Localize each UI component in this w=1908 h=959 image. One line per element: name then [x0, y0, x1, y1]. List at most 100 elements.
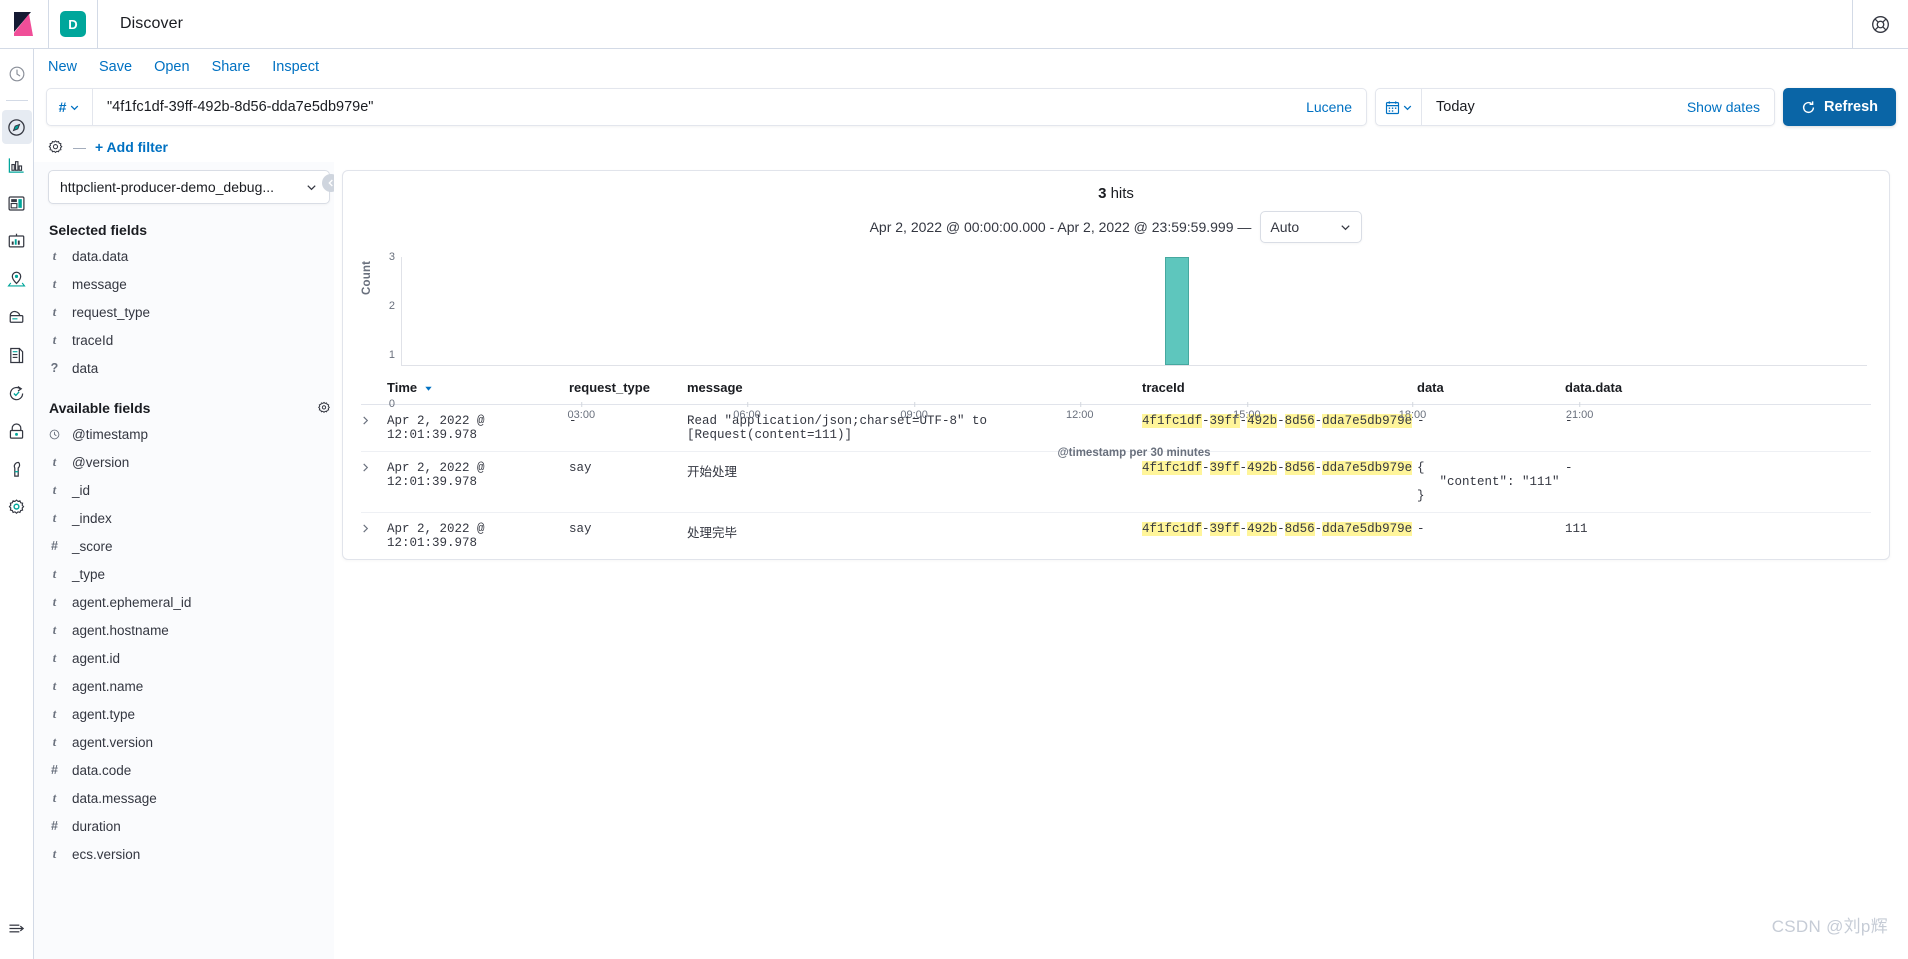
list-item[interactable]: t agent.type	[48, 700, 334, 728]
column-header-time-label: Time	[387, 380, 418, 395]
field-settings-button[interactable]	[317, 401, 331, 415]
selected-fields-list: t data.data t message t request_type t t…	[48, 242, 334, 382]
list-item[interactable]: t _id	[48, 476, 334, 504]
field-type-icon: t	[52, 276, 57, 291]
list-item[interactable]: t ecs.version	[48, 840, 334, 868]
list-item[interactable]: t agent.hostname	[48, 616, 334, 644]
help-button[interactable]	[1852, 0, 1908, 48]
column-header-data-data[interactable]: data.data	[1565, 380, 1685, 395]
nav-share[interactable]: Share	[212, 59, 251, 75]
chevron-right-icon	[363, 524, 369, 533]
field-type-icon: t	[52, 846, 57, 861]
date-quick-select-button[interactable]	[1376, 89, 1422, 125]
list-item[interactable]: # data.code	[48, 756, 334, 784]
sidebar-item-dev-tools[interactable]	[2, 452, 32, 486]
sidebar-item-management[interactable]	[2, 490, 32, 524]
search-input[interactable]	[93, 99, 1293, 115]
list-item[interactable]: t message	[48, 270, 334, 298]
list-item[interactable]: t _index	[48, 504, 334, 532]
field-name: data.data	[72, 248, 129, 264]
nav-save[interactable]: Save	[99, 59, 132, 75]
expand-row-button[interactable]	[361, 522, 387, 534]
query-prefix-button[interactable]: #	[47, 89, 93, 125]
cell-time: Apr 2, 2022 @ 12:01:39.978	[387, 522, 485, 550]
rail-divider	[5, 100, 28, 101]
cell-time: Apr 2, 2022 @ 12:01:39.978	[387, 461, 485, 489]
field-name: agent.version	[72, 734, 154, 750]
list-item[interactable]: # duration	[48, 812, 334, 840]
page-title: Discover	[120, 15, 184, 32]
chevron-down-icon	[71, 105, 79, 110]
sidebar-item-maps[interactable]	[2, 262, 32, 296]
collapse-nav-button[interactable]	[2, 911, 32, 945]
add-filter-button[interactable]: + Add filter	[95, 139, 168, 155]
help-circle-icon	[1872, 15, 1889, 33]
chart-x-axis: 03:00 06:00 09:00 12:00 15:00 18:00 21:0…	[401, 402, 1867, 427]
table-row[interactable]: Apr 2, 2022 @ 12:01:39.978 say 开始处理 4f1f…	[361, 452, 1871, 513]
list-item[interactable]: t traceId	[48, 326, 334, 354]
interval-select[interactable]: Auto	[1260, 211, 1363, 243]
x-tick: 09:00	[900, 402, 928, 421]
management-gear-icon	[8, 498, 25, 514]
cell-message: 处理完毕	[687, 527, 738, 541]
expand-row-button[interactable]	[361, 414, 387, 426]
sidebar-item-machine-learning[interactable]	[2, 300, 32, 334]
field-name: agent.id	[72, 650, 121, 666]
expand-row-button[interactable]	[361, 461, 387, 473]
nav-open[interactable]: Open	[154, 59, 189, 75]
table-row[interactable]: Apr 2, 2022 @ 12:01:39.978 say 处理完毕 4f1f…	[361, 513, 1871, 559]
sidebar-item-security[interactable]	[2, 414, 32, 448]
chart-plot-area[interactable]	[401, 257, 1867, 366]
sidebar-item-discover[interactable]	[1, 110, 32, 144]
nav-inspect[interactable]: Inspect	[272, 59, 319, 75]
column-header-data[interactable]: data	[1417, 380, 1565, 395]
cell-data: { "content": "111" }	[1417, 461, 1560, 503]
filter-options-button[interactable]	[47, 139, 64, 156]
column-header-request-type[interactable]: request_type	[569, 380, 687, 395]
nav-new[interactable]: New	[48, 59, 77, 75]
field-name: ecs.version	[72, 846, 141, 862]
field-name: data.message	[72, 790, 157, 806]
kibana-logo[interactable]	[0, 0, 49, 48]
sidebar-item-dashboard[interactable]	[2, 186, 32, 220]
list-item[interactable]: # _score	[48, 532, 334, 560]
list-item[interactable]: t agent.version	[48, 728, 334, 756]
top-header: D Discover	[0, 0, 1908, 49]
sidebar-item-canvas[interactable]	[2, 224, 32, 258]
list-item[interactable]: @timestamp	[48, 420, 334, 448]
date-range-value[interactable]: Today	[1422, 99, 1673, 115]
list-item[interactable]: t agent.id	[48, 644, 334, 672]
cell-data-data: 111	[1565, 522, 1588, 536]
cell-traceid: 4f1fc1df-39ff-492b-8d56-dda7e5db979e	[1142, 461, 1413, 475]
logs-icon	[10, 347, 24, 363]
list-item[interactable]: t data.message	[48, 784, 334, 812]
list-item[interactable]: t @version	[48, 448, 334, 476]
sidebar-item-logs[interactable]	[2, 338, 32, 372]
field-type-icon: t	[52, 454, 57, 469]
sidebar-item-recently-viewed[interactable]	[2, 57, 32, 91]
list-item[interactable]: t agent.ephemeral_id	[48, 588, 334, 616]
column-header-traceid[interactable]: traceId	[1142, 380, 1417, 395]
main-split: httpclient-producer-demo_debug... Select…	[34, 162, 1908, 959]
refresh-button[interactable]: Refresh	[1783, 88, 1896, 126]
collapse-sidebar-button[interactable]	[322, 174, 334, 192]
column-header-time[interactable]: Time	[387, 380, 569, 395]
results-panel: 3 hits Apr 2, 2022 @ 00:00:00.000 - Apr …	[342, 170, 1890, 560]
list-item[interactable]: t request_type	[48, 298, 334, 326]
dashboard-icon	[8, 195, 25, 211]
sidebar-item-uptime[interactable]	[2, 376, 32, 410]
field-name: @timestamp	[72, 426, 148, 442]
list-item[interactable]: t data.data	[48, 242, 334, 270]
list-item[interactable]: t agent.name	[48, 672, 334, 700]
sidebar-item-visualize[interactable]	[2, 148, 32, 182]
column-header-message[interactable]: message	[687, 380, 1142, 395]
index-pattern-select[interactable]: httpclient-producer-demo_debug...	[48, 170, 330, 204]
field-name: traceId	[72, 332, 114, 348]
show-dates-button[interactable]: Show dates	[1673, 99, 1774, 115]
field-type-icon: t	[52, 678, 57, 693]
list-item[interactable]: ? data	[48, 354, 334, 382]
chevron-right-icon	[363, 463, 369, 472]
histogram-bar[interactable]	[1165, 257, 1190, 365]
query-language-button[interactable]: Lucene	[1292, 99, 1366, 115]
list-item[interactable]: t _type	[48, 560, 334, 588]
